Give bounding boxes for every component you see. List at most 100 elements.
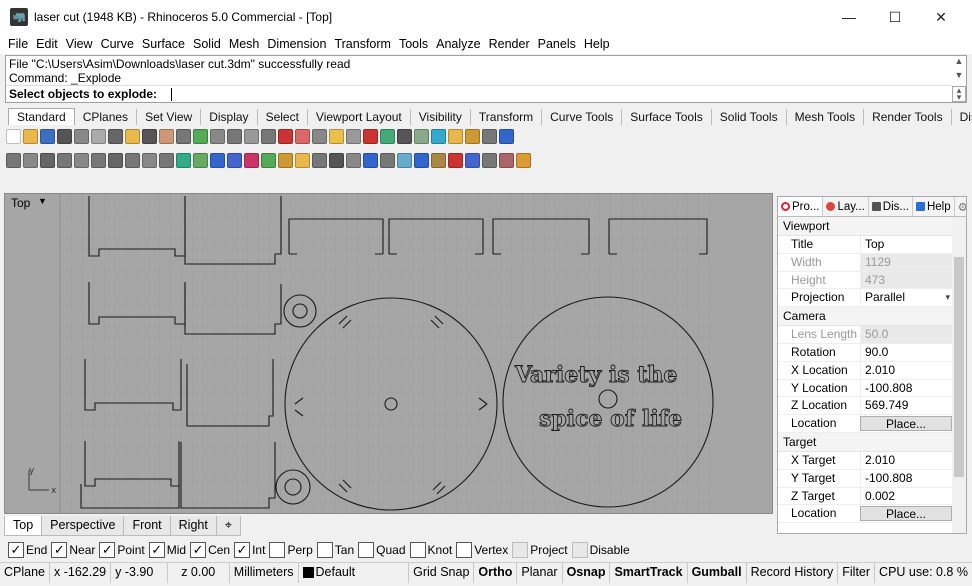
viewport-title[interactable]: Top bbox=[11, 196, 30, 210]
modeling-tool-icon[interactable] bbox=[6, 152, 21, 168]
standard-tool-icon[interactable] bbox=[414, 128, 429, 144]
viewport-menu-icon[interactable]: ▼ bbox=[38, 196, 47, 206]
modeling-tool-icon[interactable] bbox=[465, 152, 480, 168]
standard-tool-icon[interactable] bbox=[244, 128, 259, 144]
osnap-checkbox[interactable] bbox=[512, 542, 529, 558]
modeling-tool-icon[interactable] bbox=[23, 152, 38, 168]
modeling-tool-icon[interactable] bbox=[499, 152, 514, 168]
panel-scroll-thumb[interactable] bbox=[954, 257, 964, 477]
standard-tool-icon[interactable] bbox=[227, 128, 242, 144]
standard-tool-icon[interactable] bbox=[210, 128, 225, 144]
target-place-button[interactable]: Place... bbox=[860, 506, 952, 521]
standard-tool-icon[interactable] bbox=[329, 128, 344, 144]
add-viewport-icon[interactable]: ⌖ bbox=[215, 516, 241, 536]
history-scroll-up-icon[interactable]: ▲ bbox=[952, 56, 966, 66]
menu-panels[interactable]: Panels bbox=[534, 37, 580, 51]
standard-tool-icon[interactable] bbox=[91, 128, 106, 144]
tab-render-tools[interactable]: Render Tools bbox=[864, 109, 952, 125]
osnap-end[interactable]: ✓ End bbox=[8, 542, 47, 558]
viewport-tab-top[interactable]: Top bbox=[4, 516, 43, 536]
tab-standard[interactable]: Standard bbox=[8, 108, 75, 125]
osnap-checkbox[interactable] bbox=[571, 542, 588, 558]
osnap-cen[interactable]: ✓ Cen bbox=[190, 542, 230, 558]
menu-surface[interactable]: Surface bbox=[138, 37, 189, 51]
modeling-tool-icon[interactable] bbox=[516, 152, 531, 168]
tab-select[interactable]: Select bbox=[258, 109, 308, 125]
maximize-button[interactable]: ☐ bbox=[872, 0, 918, 34]
modeling-tool-icon[interactable] bbox=[142, 152, 157, 168]
menu-dimension[interactable]: Dimension bbox=[263, 37, 330, 51]
standard-tool-icon[interactable] bbox=[278, 128, 293, 144]
prop-title-field[interactable]: Top bbox=[860, 236, 952, 253]
standard-tool-icon[interactable] bbox=[295, 128, 310, 144]
tab-solid-tools[interactable]: Solid Tools bbox=[712, 109, 787, 125]
modeling-tool-icon[interactable] bbox=[261, 152, 276, 168]
camera-place-button[interactable]: Place... bbox=[860, 416, 952, 431]
menu-tools[interactable]: Tools bbox=[395, 37, 432, 51]
modeling-tool-icon[interactable] bbox=[176, 152, 191, 168]
modeling-tool-icon[interactable] bbox=[363, 152, 378, 168]
tab-display[interactable]: Display bbox=[201, 109, 258, 125]
menu-edit[interactable]: Edit bbox=[32, 37, 62, 51]
standard-tool-icon[interactable] bbox=[380, 128, 395, 144]
standard-tool-icon[interactable] bbox=[261, 128, 276, 144]
osnap-checkbox[interactable] bbox=[358, 542, 375, 558]
modeling-tool-icon[interactable] bbox=[312, 152, 327, 168]
standard-tool-icon[interactable] bbox=[363, 128, 378, 144]
osnap-checkbox[interactable]: ✓ bbox=[99, 542, 116, 558]
tab-set-view[interactable]: Set View bbox=[137, 109, 202, 125]
osnap-int[interactable]: ✓ Int bbox=[234, 542, 265, 558]
standard-tool-icon[interactable] bbox=[125, 128, 140, 144]
menu-transform[interactable]: Transform bbox=[330, 37, 395, 51]
modeling-tool-icon[interactable] bbox=[431, 152, 446, 168]
standard-tool-icon[interactable] bbox=[499, 128, 514, 144]
menu-file[interactable]: File bbox=[4, 37, 32, 51]
standard-tool-icon[interactable] bbox=[142, 128, 157, 144]
status-planar[interactable]: Planar bbox=[517, 562, 563, 583]
status-filter[interactable]: Filter bbox=[838, 562, 876, 583]
osnap-tan[interactable]: Tan bbox=[316, 542, 354, 558]
tab-visibility[interactable]: Visibility bbox=[411, 109, 471, 125]
menu-solid[interactable]: Solid bbox=[189, 37, 225, 51]
xloc-field[interactable]: 2.010 bbox=[860, 361, 952, 379]
osnap-checkbox[interactable]: ✓ bbox=[234, 542, 251, 558]
modeling-tool-icon[interactable] bbox=[295, 152, 310, 168]
modeling-tool-icon[interactable] bbox=[397, 152, 412, 168]
modeling-tool-icon[interactable] bbox=[57, 152, 72, 168]
standard-tool-icon[interactable] bbox=[448, 128, 463, 144]
standard-tool-icon[interactable] bbox=[176, 128, 191, 144]
osnap-disable[interactable]: Disable bbox=[571, 542, 630, 558]
osnap-checkbox[interactable] bbox=[409, 542, 426, 558]
osnap-checkbox[interactable]: ✓ bbox=[148, 542, 165, 558]
ytarget-field[interactable]: -100.808 bbox=[860, 469, 952, 487]
modeling-tool-icon[interactable] bbox=[346, 152, 361, 168]
minimize-button[interactable]: — bbox=[826, 0, 872, 34]
modeling-tool-icon[interactable] bbox=[278, 152, 293, 168]
osnap-vertex[interactable]: Vertex bbox=[456, 542, 508, 558]
tab-more[interactable]: Di» bbox=[952, 109, 972, 125]
modeling-tool-icon[interactable] bbox=[74, 152, 89, 168]
standard-tool-icon[interactable] bbox=[397, 128, 412, 144]
tab-surface-tools[interactable]: Surface Tools bbox=[622, 109, 712, 125]
viewport-tab-front[interactable]: Front bbox=[123, 516, 171, 536]
projection-select[interactable]: Parallel ▾ bbox=[860, 289, 952, 307]
menu-curve[interactable]: Curve bbox=[97, 37, 138, 51]
tab-curve-tools[interactable]: Curve Tools bbox=[542, 109, 623, 125]
menu-render[interactable]: Render bbox=[485, 37, 534, 51]
osnap-perp[interactable]: Perp bbox=[269, 542, 313, 558]
osnap-knot[interactable]: Knot bbox=[409, 542, 452, 558]
standard-tool-icon[interactable] bbox=[74, 128, 89, 144]
standard-tool-icon[interactable] bbox=[57, 128, 72, 144]
panel-tab-layers[interactable]: Lay... bbox=[823, 197, 869, 216]
tab-transform[interactable]: Transform bbox=[471, 109, 543, 125]
standard-tool-icon[interactable] bbox=[312, 128, 327, 144]
modeling-tool-icon[interactable] bbox=[227, 152, 242, 168]
osnap-quad[interactable]: Quad bbox=[358, 542, 406, 558]
osnap-checkbox[interactable] bbox=[456, 542, 473, 558]
panel-settings-icon[interactable]: ⚙ bbox=[955, 197, 966, 216]
status-record-history[interactable]: Record History bbox=[747, 562, 839, 583]
osnap-mid[interactable]: ✓ Mid bbox=[148, 542, 186, 558]
modeling-tool-icon[interactable] bbox=[380, 152, 395, 168]
standard-tool-icon[interactable] bbox=[23, 128, 38, 144]
modeling-tool-icon[interactable] bbox=[329, 152, 344, 168]
